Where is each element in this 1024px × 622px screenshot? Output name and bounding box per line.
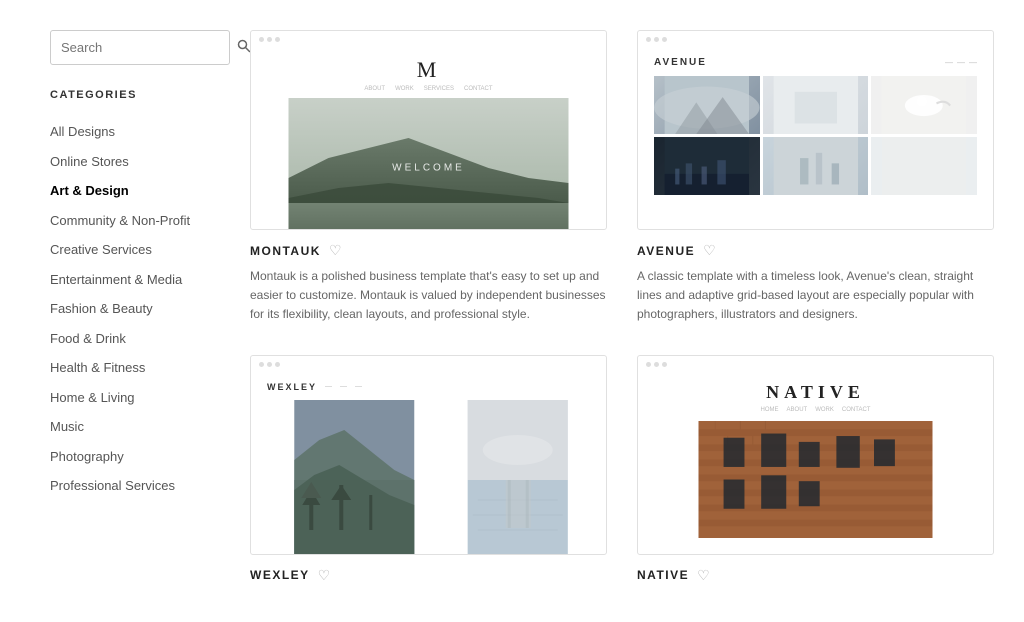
- montauk-description: Montauk is a polished business template …: [250, 267, 607, 325]
- window-dot: [259, 37, 264, 42]
- window-dot: [646, 37, 651, 42]
- window-dot: [275, 37, 280, 42]
- sidebar-item-community-nonprofit[interactable]: Community & Non-Profit: [50, 206, 220, 236]
- native-logo: NATIVE: [766, 382, 865, 403]
- wexley-favorite[interactable]: ♡: [318, 567, 331, 584]
- sidebar-item-creative-services[interactable]: Creative Services: [50, 235, 220, 265]
- window-dot: [654, 362, 659, 367]
- sidebar: CATEGORIES All Designs Online Stores Art…: [0, 20, 240, 602]
- avenue-cell-3: [871, 76, 977, 134]
- window-dot: [259, 362, 264, 367]
- avenue-cell-5: [763, 137, 869, 195]
- avenue-cell-4: [654, 137, 760, 195]
- avenue-description: A classic template with a timeless look,…: [637, 267, 994, 325]
- avenue-cell-2: [763, 76, 869, 134]
- avenue-photo-grid: [654, 76, 977, 195]
- window-dots-native: [638, 356, 675, 373]
- native-meta: NATIVE ♡: [637, 567, 994, 584]
- window-dot: [654, 37, 659, 42]
- sidebar-item-music[interactable]: Music: [50, 412, 220, 442]
- native-favorite[interactable]: ♡: [697, 567, 710, 584]
- montauk-name: MONTAUK: [250, 244, 321, 258]
- wexley-logo: WEXLEY: [267, 382, 317, 392]
- wexley-name: WEXLEY: [250, 568, 310, 582]
- search-input[interactable]: [61, 40, 237, 55]
- main-content: M ABOUT WORK SERVICES CONTACT: [240, 20, 1024, 602]
- window-dot: [662, 37, 667, 42]
- avenue-cell-6: [871, 137, 977, 195]
- sidebar-item-food-drink[interactable]: Food & Drink: [50, 324, 220, 354]
- template-card-montauk: M ABOUT WORK SERVICES CONTACT: [250, 30, 607, 325]
- template-card-wexley: WEXLEY — — —: [250, 355, 607, 592]
- window-dots-montauk: [251, 31, 288, 48]
- sidebar-item-home-living[interactable]: Home & Living: [50, 383, 220, 413]
- avenue-favorite[interactable]: ♡: [703, 242, 716, 259]
- wexley-header: WEXLEY — — —: [267, 382, 590, 392]
- template-preview-avenue[interactable]: AVENUE — — —: [637, 30, 994, 230]
- templates-grid: M ABOUT WORK SERVICES CONTACT: [250, 30, 994, 592]
- sidebar-item-professional-services[interactable]: Professional Services: [50, 471, 220, 501]
- montauk-logo: M: [417, 57, 441, 83]
- wexley-side-image: [445, 400, 590, 555]
- montauk-nav: ABOUT WORK SERVICES CONTACT: [364, 86, 492, 92]
- categories-nav: All Designs Online Stores Art & Design C…: [50, 117, 220, 501]
- sidebar-item-online-stores[interactable]: Online Stores: [50, 147, 220, 177]
- search-box[interactable]: [50, 30, 230, 65]
- window-dot: [267, 37, 272, 42]
- sidebar-item-health-fitness[interactable]: Health & Fitness: [50, 353, 220, 383]
- sidebar-item-art-design[interactable]: Art & Design: [50, 176, 220, 206]
- avenue-cell-1: [654, 76, 760, 134]
- template-preview-native[interactable]: NATIVE HOME ABOUT WORK CONTACT: [637, 355, 994, 555]
- sidebar-item-entertainment-media[interactable]: Entertainment & Media: [50, 265, 220, 295]
- template-card-native: NATIVE HOME ABOUT WORK CONTACT: [637, 355, 994, 592]
- montauk-meta: MONTAUK ♡: [250, 242, 607, 259]
- window-dot: [275, 362, 280, 367]
- template-card-avenue: AVENUE — — —: [637, 30, 994, 325]
- avenue-header: AVENUE — — —: [654, 57, 977, 68]
- native-nav: HOME ABOUT WORK CONTACT: [761, 407, 871, 413]
- avenue-logo: AVENUE: [654, 57, 707, 68]
- montauk-favorite[interactable]: ♡: [329, 242, 342, 259]
- window-dots-wexley: [251, 356, 288, 373]
- avenue-meta: AVENUE ♡: [637, 242, 994, 259]
- categories-label: CATEGORIES: [50, 89, 220, 101]
- window-dots-avenue: [638, 31, 675, 48]
- sidebar-item-all-designs[interactable]: All Designs: [50, 117, 220, 147]
- sidebar-item-photography[interactable]: Photography: [50, 442, 220, 472]
- native-name: NATIVE: [637, 568, 689, 582]
- avenue-header-controls: — — —: [945, 58, 977, 67]
- template-preview-wexley[interactable]: WEXLEY — — —: [250, 355, 607, 555]
- window-dot: [646, 362, 651, 367]
- sidebar-item-fashion-beauty[interactable]: Fashion & Beauty: [50, 294, 220, 324]
- template-preview-montauk[interactable]: M ABOUT WORK SERVICES CONTACT: [250, 30, 607, 230]
- wexley-meta: WEXLEY ♡: [250, 567, 607, 584]
- avenue-name: AVENUE: [637, 244, 695, 258]
- wexley-main-image: [267, 400, 442, 555]
- window-dot: [267, 362, 272, 367]
- window-dot: [662, 362, 667, 367]
- montauk-hero-image: WELCOME: [267, 98, 590, 230]
- wexley-images: [267, 400, 590, 555]
- native-hero-image: [654, 421, 977, 538]
- montauk-overlay-text: WELCOME: [392, 163, 465, 174]
